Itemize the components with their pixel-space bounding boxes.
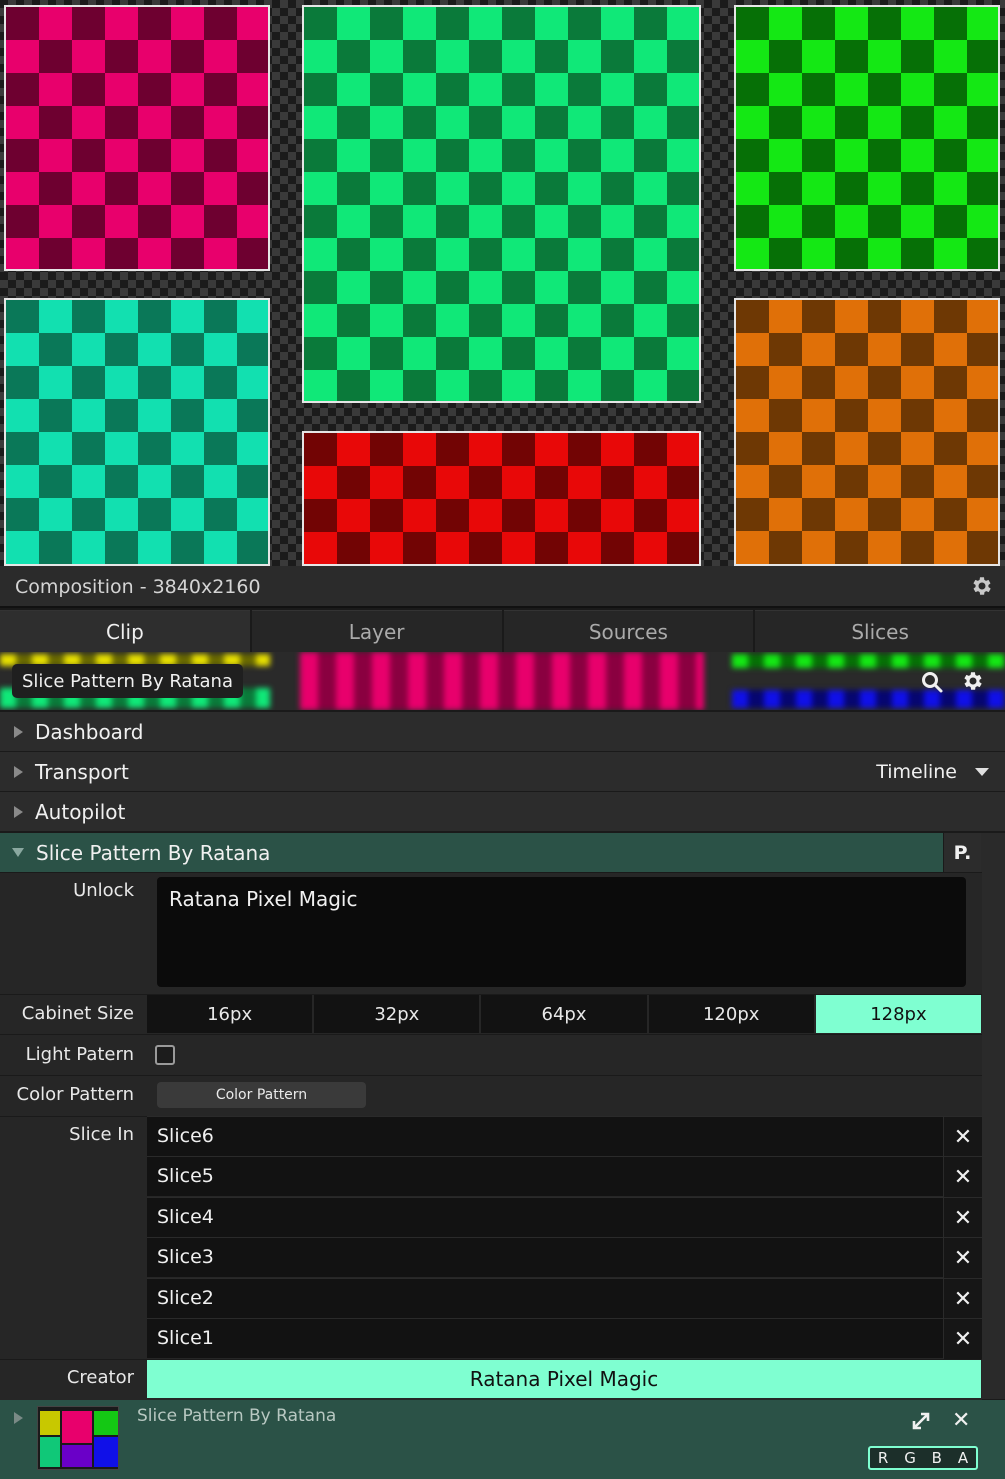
tab-clip[interactable]: Clip bbox=[0, 610, 250, 652]
close-icon[interactable]: ✕ bbox=[943, 1238, 982, 1278]
param-row-light bbox=[0, 1034, 982, 1075]
section-transport-label: Transport bbox=[35, 759, 129, 784]
section-dashboard[interactable]: Dashboard bbox=[0, 711, 1005, 751]
slice-pink bbox=[4, 5, 270, 271]
slice-green-large bbox=[302, 5, 701, 403]
slice-pattern bbox=[304, 7, 699, 401]
slice-in-item[interactable]: Slice4 ✕ bbox=[147, 1197, 982, 1238]
composition-title: Composition - 3840x2160 bbox=[15, 576, 261, 598]
chevron-down-icon bbox=[975, 768, 989, 776]
slice-in-item[interactable]: Slice3 ✕ bbox=[147, 1237, 982, 1278]
cabinet-option-120px[interactable]: 120px bbox=[648, 995, 814, 1033]
param-row-color bbox=[0, 1075, 982, 1116]
collapse-arrow-icon[interactable] bbox=[12, 848, 24, 857]
effect-preset-button[interactable]: P. bbox=[943, 833, 981, 873]
transport-mode-value: Timeline bbox=[876, 761, 957, 783]
cabinet-size-selector: 16px 32px 64px 120px 128px bbox=[147, 995, 982, 1033]
close-icon[interactable]: ✕ bbox=[943, 1319, 982, 1359]
slice-orange bbox=[734, 298, 1000, 566]
gear-icon[interactable] bbox=[969, 574, 993, 598]
close-icon[interactable]: ✕ bbox=[943, 1117, 982, 1157]
clip-thumbnail-strip-lime bbox=[732, 654, 1005, 668]
cabinet-option-128px[interactable]: 128px bbox=[815, 995, 982, 1033]
section-dashboard-label: Dashboard bbox=[35, 719, 144, 744]
param-label-unlock: Unlock bbox=[73, 880, 134, 901]
cabinet-option-32px[interactable]: 32px bbox=[314, 995, 480, 1033]
param-label-slice-in: Slice In bbox=[69, 1124, 134, 1145]
clip-source-name: Slice Pattern By Ratana bbox=[137, 1406, 337, 1426]
tab-sources[interactable]: Sources bbox=[503, 610, 754, 652]
close-icon[interactable]: ✕ bbox=[943, 1157, 982, 1197]
gear-icon[interactable] bbox=[960, 669, 984, 693]
clip-thumbnail bbox=[37, 1406, 119, 1470]
slice-in-name: Slice1 bbox=[157, 1327, 214, 1349]
slice-in-name: Slice5 bbox=[157, 1165, 214, 1187]
composition-preview bbox=[0, 0, 1005, 566]
slice-teal bbox=[4, 298, 270, 566]
color-pattern-button[interactable]: Color Pattern bbox=[157, 1082, 366, 1108]
composition-bar: Composition - 3840x2160 bbox=[0, 566, 1005, 608]
channel-b-toggle[interactable]: B bbox=[932, 1449, 942, 1467]
cabinet-option-64px[interactable]: 64px bbox=[481, 995, 647, 1033]
slice-in-item[interactable]: Slice2 ✕ bbox=[147, 1278, 982, 1319]
param-label-cabinet: Cabinet Size bbox=[21, 1003, 134, 1024]
channel-r-toggle[interactable]: R bbox=[878, 1449, 888, 1467]
slice-in-item[interactable]: Slice6 ✕ bbox=[147, 1116, 982, 1157]
expand-arrow-icon[interactable] bbox=[14, 1412, 23, 1424]
close-icon[interactable]: ✕ bbox=[952, 1408, 970, 1433]
unlock-text-field[interactable]: Ratana Pixel Magic bbox=[157, 877, 966, 987]
clip-name-label[interactable]: Slice Pattern By Ratana bbox=[12, 664, 243, 698]
tab-bar: Clip Layer Sources Slices bbox=[0, 610, 1005, 652]
cabinet-option-16px[interactable]: 16px bbox=[147, 995, 313, 1033]
light-pattern-checkbox[interactable] bbox=[155, 1045, 175, 1065]
slice-in-item[interactable]: Slice5 ✕ bbox=[147, 1156, 982, 1197]
slice-pattern bbox=[736, 7, 998, 269]
slice-in-name: Slice6 bbox=[157, 1125, 214, 1147]
section-transport[interactable]: Transport Timeline bbox=[0, 751, 1005, 791]
clip-thumbnail-strip-pink bbox=[300, 652, 704, 710]
param-label-creator: Creator bbox=[66, 1367, 134, 1388]
slice-in-name: Slice2 bbox=[157, 1287, 214, 1309]
channel-selector: R G B A bbox=[868, 1446, 978, 1470]
param-label-color: Color Pattern bbox=[16, 1084, 134, 1105]
expand-arrow-icon[interactable] bbox=[14, 805, 23, 818]
slice-red bbox=[302, 431, 701, 566]
section-autopilot-label: Autopilot bbox=[35, 799, 126, 824]
expand-arrow-icon[interactable] bbox=[14, 765, 23, 778]
slice-in-item[interactable]: Slice1 ✕ bbox=[147, 1318, 982, 1359]
expand-arrow-icon[interactable] bbox=[14, 725, 23, 738]
effect-header[interactable]: Slice Pattern By Ratana P. bbox=[0, 832, 1005, 873]
slice-in-name: Slice4 bbox=[157, 1206, 214, 1228]
slice-pattern bbox=[6, 7, 268, 269]
search-icon[interactable] bbox=[920, 670, 944, 694]
slice-in-name: Slice3 bbox=[157, 1246, 214, 1268]
tab-slices[interactable]: Slices bbox=[755, 610, 1005, 652]
creator-field[interactable]: Ratana Pixel Magic bbox=[147, 1360, 981, 1398]
param-label-light: Light Patern bbox=[25, 1044, 134, 1065]
channel-g-toggle[interactable]: G bbox=[904, 1449, 916, 1467]
slice-pattern bbox=[6, 300, 268, 564]
close-icon[interactable]: ✕ bbox=[943, 1198, 982, 1238]
effect-title: Slice Pattern By Ratana bbox=[36, 840, 271, 865]
close-icon[interactable]: ✕ bbox=[943, 1279, 982, 1319]
clip-header: Slice Pattern By Ratana bbox=[0, 652, 1005, 710]
section-autopilot[interactable]: Autopilot bbox=[0, 791, 1005, 831]
channel-a-toggle[interactable]: A bbox=[958, 1449, 968, 1467]
slice-lime bbox=[734, 5, 1000, 271]
transport-mode-dropdown[interactable]: Timeline bbox=[876, 752, 989, 792]
tab-layer[interactable]: Layer bbox=[251, 610, 502, 652]
slice-pattern bbox=[736, 300, 998, 564]
expand-icon[interactable] bbox=[910, 1410, 932, 1432]
clip-source-row: Slice Pattern By Ratana ✕ R G B A bbox=[0, 1400, 1005, 1479]
scrollbar-track[interactable] bbox=[982, 872, 1005, 1399]
slice-pattern bbox=[304, 433, 699, 564]
scrollbar-track[interactable] bbox=[981, 833, 1005, 873]
